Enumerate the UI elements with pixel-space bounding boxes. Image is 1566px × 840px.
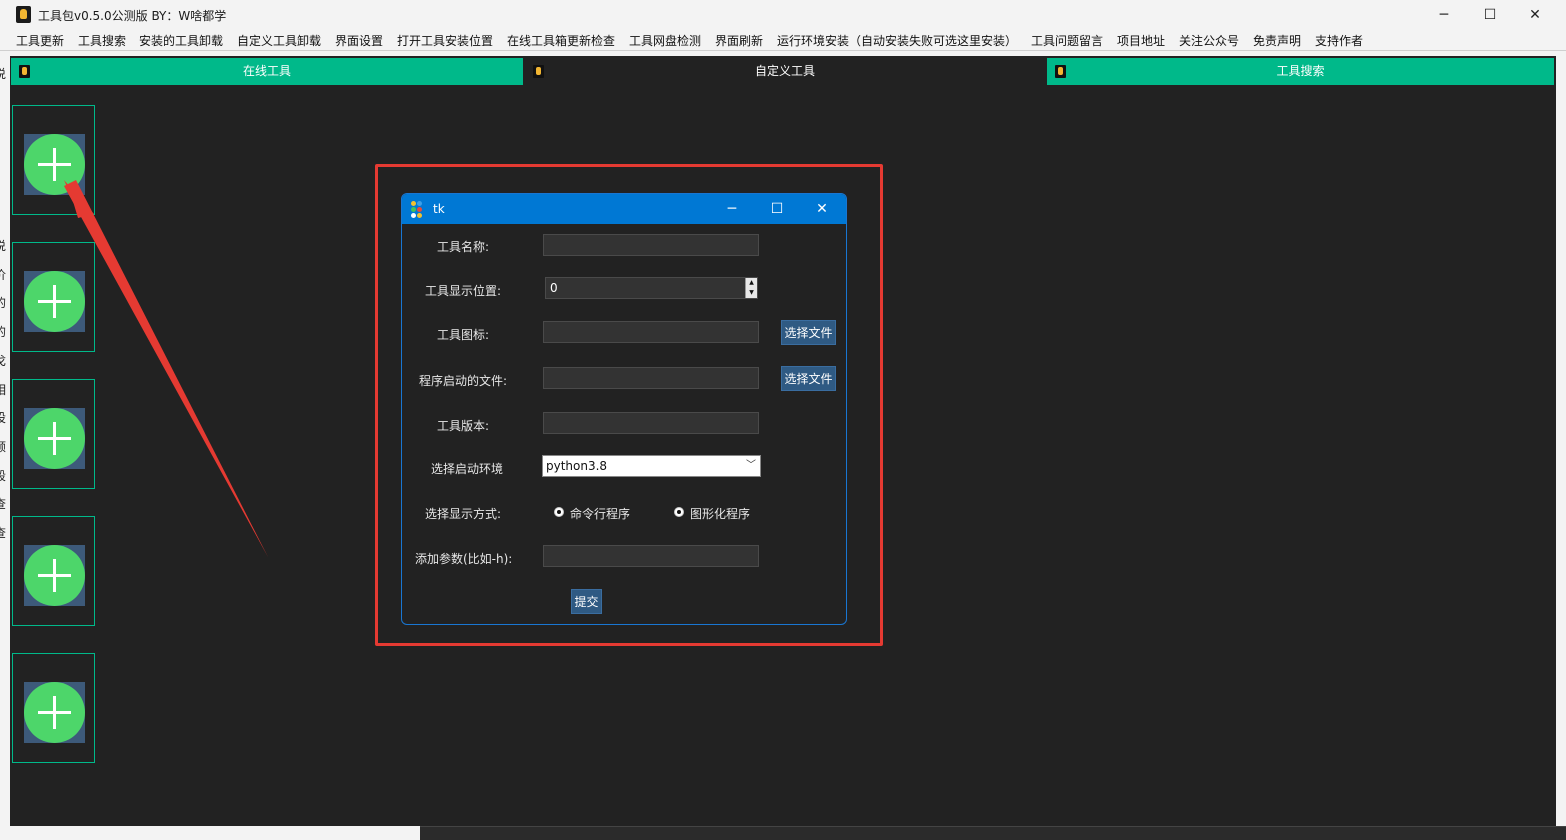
runtime-env-value: python3.8 [546,459,608,473]
dialog-minimize-button[interactable]: ─ [710,194,754,224]
display-gui-radio[interactable] [674,507,684,517]
display-mode-label: 选择显示方式: [425,507,502,521]
display-cli-radio[interactable] [554,507,564,517]
tool-position-value: 0 [550,281,558,295]
dialog-titlebar: tk ─ ☐ ✕ [402,194,846,224]
tk-app-icon [411,201,427,218]
display-cli-label[interactable]: 命令行程序 [570,505,630,522]
tool-version-input[interactable] [543,412,759,434]
arrow-head [64,180,94,218]
display-gui-label[interactable]: 图形化程序 [690,505,750,522]
tool-name-label: 工具名称: [437,240,490,254]
tool-version-label: 工具版本: [437,419,490,433]
spin-up-icon[interactable]: ▲ [746,278,757,288]
spinbox-arrows[interactable]: ▲ ▼ [745,278,757,298]
extra-args-input[interactable] [543,545,759,567]
runtime-env-select[interactable]: python3.8 ﹀ [542,455,761,477]
tool-position-spinbox[interactable]: 0 ▲ ▼ [545,277,758,299]
arrow-shaft [64,180,268,557]
entry-file-input[interactable] [543,367,759,389]
choose-icon-file-button[interactable]: 选择文件 [781,320,836,345]
tool-name-input[interactable] [543,234,759,256]
choose-entry-file-button[interactable]: 选择文件 [781,366,836,391]
tool-icon-label: 工具图标: [437,328,490,342]
submit-button[interactable]: 提交 [571,589,602,614]
add-tool-dialog: tk ─ ☐ ✕ 工具名称: 工具显示位置: 0 ▲ ▼ 工具图标: 选择文件 … [401,193,847,625]
entry-file-label: 程序启动的文件: [419,374,508,388]
runtime-env-label: 选择启动环境 [431,462,504,476]
tool-position-label: 工具显示位置: [425,284,502,298]
dialog-maximize-button[interactable]: ☐ [755,194,799,224]
extra-args-label: 添加参数(比如-h): [415,552,513,566]
dialog-close-button[interactable]: ✕ [800,194,844,224]
tool-icon-input[interactable] [543,321,759,343]
dialog-title: tk [433,202,445,216]
spin-down-icon[interactable]: ▼ [746,288,757,298]
chevron-down-icon: ﹀ [746,460,756,471]
